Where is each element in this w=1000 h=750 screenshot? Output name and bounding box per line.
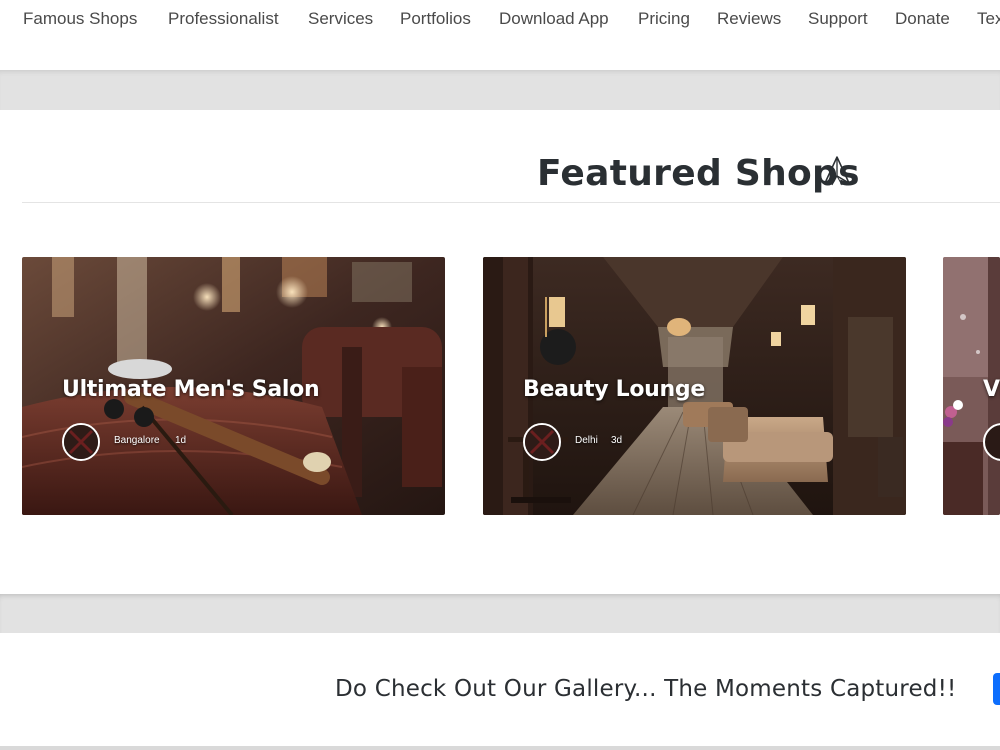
shop-title[interactable]: Ultimate Men's Salon <box>62 377 320 402</box>
nav-reviews[interactable]: Reviews <box>717 8 781 30</box>
paper-plane-icon <box>824 156 850 186</box>
nav-famous-shops[interactable]: Famous Shops <box>23 8 137 30</box>
shop-card[interactable]: Beauty Lounge Delhi 3d <box>483 257 906 515</box>
shop-location: Delhi <box>575 435 598 446</box>
section-divider-top <box>0 70 1000 110</box>
shop-avatar <box>62 423 100 461</box>
gallery-heading: Do Check Out Our Gallery... The Moments … <box>335 676 957 702</box>
nav-download-app[interactable]: Download App <box>499 8 609 30</box>
shop-title[interactable]: Beauty Lounge <box>523 377 705 402</box>
shop-time: 1d <box>175 435 187 446</box>
shop-location: Bangalore <box>114 435 160 446</box>
nav-tex[interactable]: Tex <box>977 8 1000 30</box>
featured-shops-title: Featured Shops <box>537 153 860 194</box>
nav-professionalist[interactable]: Professionalist <box>168 8 279 30</box>
section-divider-bottom <box>0 594 1000 633</box>
nav-support[interactable]: Support <box>808 8 868 30</box>
nav-portfolios[interactable]: Portfolios <box>400 8 471 30</box>
shop-card[interactable]: Ultimate Men's Salon Bangalore 1d <box>22 257 445 515</box>
nav-pricing[interactable]: Pricing <box>638 8 690 30</box>
shop-card[interactable]: Vi <box>943 257 1000 515</box>
shop-time: 3d <box>611 435 623 446</box>
shop-title[interactable]: Vi <box>983 377 1000 402</box>
top-navigation: Famous Shops Professionalist Services Po… <box>0 0 1000 58</box>
gallery-button[interactable] <box>993 673 1000 705</box>
page-bottom-border <box>0 746 1000 750</box>
nav-services[interactable]: Services <box>308 8 373 30</box>
title-divider <box>22 202 1000 203</box>
shop-avatar <box>523 423 561 461</box>
nav-donate[interactable]: Donate <box>895 8 950 30</box>
